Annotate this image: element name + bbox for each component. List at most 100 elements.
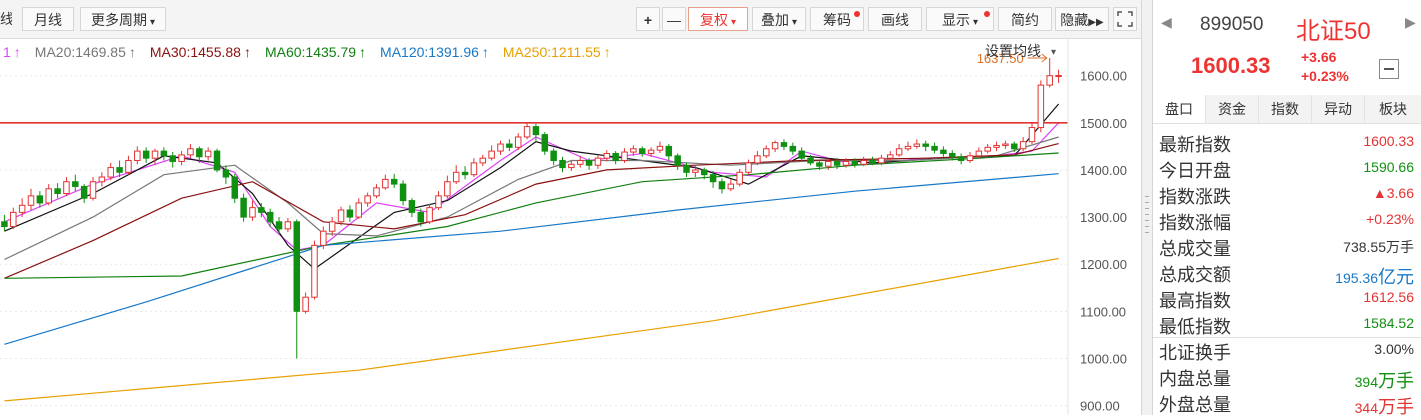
more-periods-dropdown[interactable]: 更多周期 ▾ [80,7,166,31]
stat-number: 1584.52 [1363,315,1414,331]
collapse-button[interactable] [1379,59,1399,79]
index-code: 899050 [1200,14,1264,35]
candle-body [692,169,699,173]
stat-value: 1590.66 [1363,159,1414,175]
candle-body [231,176,238,199]
stat-row: 指数涨跌 ▲3.66 [1153,180,1421,207]
ma-line-ma120 [4,173,1059,345]
candle-body [497,143,504,152]
fullscreen-button[interactable] [1113,7,1137,31]
candle-body [187,148,194,156]
monthly-tab[interactable]: 月线 [22,7,74,31]
next-stock-icon[interactable]: ▶ [1405,14,1416,31]
ma-line-ma60 [4,152,1059,279]
overlay-label: 叠加 [760,12,789,28]
candle-body [1,221,8,228]
candle-body [80,185,88,199]
y-tick-label: 900.00 [1080,399,1120,414]
up-arrow-icon: ↑ [482,44,489,60]
candle-body [435,195,442,209]
stat-value: 1584.52 [1363,315,1414,331]
candle-body [36,195,44,204]
candle-body [116,167,123,173]
hide-panel-button[interactable]: 隐藏▶▶ [1055,7,1109,31]
candle-body [895,148,903,156]
tab-funds[interactable]: 资金 [1206,95,1259,123]
candle-body [10,211,17,228]
daily-tab-cut[interactable]: 线 [0,7,12,31]
candle-body [718,181,726,190]
display-dropdown[interactable]: 显示 ▾ [926,7,994,31]
candle-body [302,296,309,312]
stat-row: 最高指数 1612.56 [1153,284,1421,311]
settings-ma-button[interactable]: 设置均线 [985,43,1041,59]
quote-header: ◀ 899050 北证50 ▶ 1600.33 +3.66 +0.23% [1153,0,1421,96]
price-change-pct: +0.23% [1301,68,1349,84]
candle-body [107,167,114,178]
candle-body [134,150,141,162]
candle-body [878,157,885,164]
tab-index[interactable]: 指数 [1259,95,1312,123]
candle-body [390,178,398,185]
candle-body [860,160,867,165]
up-arrow-icon: ↑ [359,44,366,60]
caret-down-icon: ▾ [730,17,737,28]
candle-body [541,134,549,152]
candle-body [293,221,301,312]
y-tick-label: 1600.00 [1080,69,1127,84]
ma-line-ma30 [4,143,1059,279]
candle-body [559,160,566,169]
candle-body [63,181,70,195]
grip-line [1145,220,1149,221]
candle-body [825,160,832,167]
tab-sector[interactable]: 板块 [1365,95,1421,123]
candle-body [311,244,318,298]
notification-dot-icon [854,11,860,17]
panel-tabs: 盘口 资金 指数 异动 板块 [1153,95,1421,124]
candle-body [523,126,531,138]
grid-lines [0,75,1068,407]
kline-chart[interactable]: 1600.00 1500.00 1400.00 1300.00 1200.00 1100.… [0,38,1141,415]
grip-line [1145,214,1149,215]
stat-unit: 万手 [1378,397,1414,417]
candle-body [54,188,61,195]
stat-row: 北证换手 3.00% [1153,336,1421,363]
candle-body [222,169,230,178]
stat-row: 指数涨幅 +0.23% [1153,206,1421,233]
candle-body [479,157,487,164]
candle-body [45,188,52,204]
chart-toolbar: 线 月线 更多周期 ▾ + — 复权 ▾ 叠加 ▾ 筹码 画线 显示 ▾ 简约 隐藏▶▶ [0,0,1141,39]
candle-body [807,157,814,164]
candle-body [142,150,150,159]
stat-row: 最低指数 1584.52 [1153,310,1421,337]
restore-rights-dropdown[interactable]: 复权 ▾ [688,7,748,31]
zoom-out-button[interactable]: — [662,7,686,31]
candle-body [931,145,938,151]
stat-value: 738.55万手 [1343,237,1414,257]
candle-body [913,143,921,147]
y-tick-label: 1300.00 [1080,210,1127,225]
grip-line [1145,232,1149,233]
candle-body [1037,84,1045,129]
candle-body [798,150,805,159]
draw-line-button[interactable]: 画线 [868,7,922,31]
ma-legend-item: MA60:1435.79 [265,44,356,60]
candle-body [851,160,859,165]
simple-mode-button[interactable]: 简约 [998,7,1052,31]
kline-chart-svg: 1600.00 1500.00 1400.00 1300.00 1200.00 1100.… [0,38,1127,415]
y-axis-ticks: 1600.00 1500.00 1400.00 1300.00 1200.00 1100.… [1080,69,1127,414]
candle-body [674,155,681,166]
candle-body [328,221,336,232]
chips-button[interactable]: 筹码 [810,7,864,31]
panel-splitter[interactable] [1141,0,1153,415]
more-periods-label: 更多周期 [90,12,147,28]
prev-stock-icon[interactable]: ◀ [1161,14,1172,31]
tab-order-book[interactable]: 盘口 [1153,95,1206,123]
candle-body [258,207,265,213]
candle-body [382,178,389,189]
tab-unusual[interactable]: 异动 [1312,95,1365,123]
stat-number: 1612.56 [1363,289,1414,305]
zoom-in-button[interactable]: + [636,7,660,31]
stat-value: 1600.33 [1363,133,1414,149]
overlay-dropdown[interactable]: 叠加 ▾ [752,7,806,31]
